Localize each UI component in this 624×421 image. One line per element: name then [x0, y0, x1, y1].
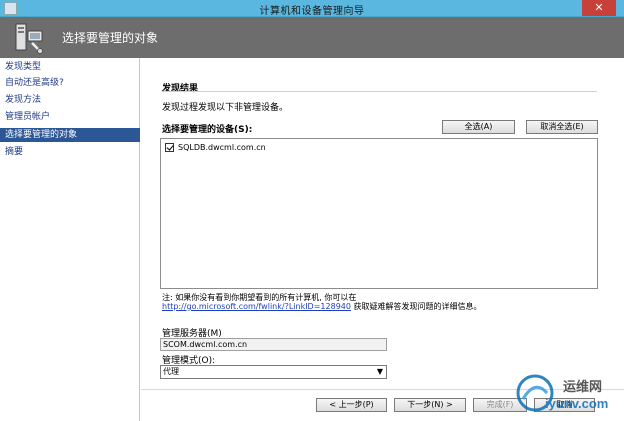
nav-item-summary[interactable]: 摘要 [0, 145, 140, 159]
select-all-button[interactable]: 全选(A) [442, 120, 515, 134]
note-suffix: 获取疑难解答发现问题的详细信息。 [350, 302, 482, 311]
watermark: 运维网 iyunv.com [515, 371, 620, 417]
nav-item-admin-account[interactable]: 管理员帐户 [0, 110, 140, 124]
wizard-header: 选择要管理的对象 [0, 17, 624, 58]
device-name: SQLDB.dwcml.com.cn [178, 143, 266, 152]
watermark-text-1: 运维网 [563, 380, 603, 395]
watermark-text-2: iyunv.com [545, 396, 609, 411]
device-list-label: 选择要管理的设备(S): [162, 125, 253, 135]
wizard-steps-nav: 发现类型 自动还是高级? 发现方法 管理员帐户 选择要管理的对象 摘要 [0, 58, 140, 421]
list-item[interactable]: SQLDB.dwcml.com.cn [165, 142, 266, 153]
close-button[interactable]: ✕ [582, 0, 616, 16]
section-title: 发现结果 [162, 84, 199, 94]
nav-item-discovery-type[interactable]: 发现类型 [0, 60, 140, 74]
nav-item-select-objects[interactable]: 选择要管理的对象 [0, 128, 140, 142]
nav-item-auto-or-advanced[interactable]: 自动还是高级? [0, 76, 140, 90]
chevron-down-icon: ▼ [376, 367, 383, 376]
management-mode-value: 代理 [163, 367, 179, 376]
main-panel: 发现结果 发现过程发现以下非管理设备。 选择要管理的设备(S): 全选(A) 取… [141, 58, 624, 421]
management-mode-select[interactable]: 代理 ▼ [160, 365, 387, 379]
device-checkbox[interactable] [165, 143, 174, 152]
section-divider [162, 91, 597, 92]
note-line-2: http://go.microsoft.com/fwlink/?LinkID=1… [162, 301, 482, 312]
nav-item-discovery-method[interactable]: 发现方法 [0, 93, 140, 107]
title-bar: 计算机和设备管理向导 ✕ [0, 0, 624, 17]
wizard-computer-icon [15, 23, 43, 54]
deselect-all-button[interactable]: 取消全选(E) [526, 120, 598, 134]
window-title: 计算机和设备管理向导 [259, 6, 365, 17]
management-server-field[interactable]: SCOM.dwcml.com.cn [160, 338, 387, 351]
previous-button[interactable]: < 上一步(P) [316, 398, 387, 412]
description-text: 发现过程发现以下非管理设备。 [162, 103, 289, 113]
page-title: 选择要管理的对象 [62, 31, 159, 45]
next-button[interactable]: 下一步(N) > [394, 398, 466, 412]
help-link[interactable]: http://go.microsoft.com/fwlink/?LinkID=1… [162, 302, 351, 311]
device-list[interactable]: SQLDB.dwcml.com.cn [160, 138, 598, 289]
